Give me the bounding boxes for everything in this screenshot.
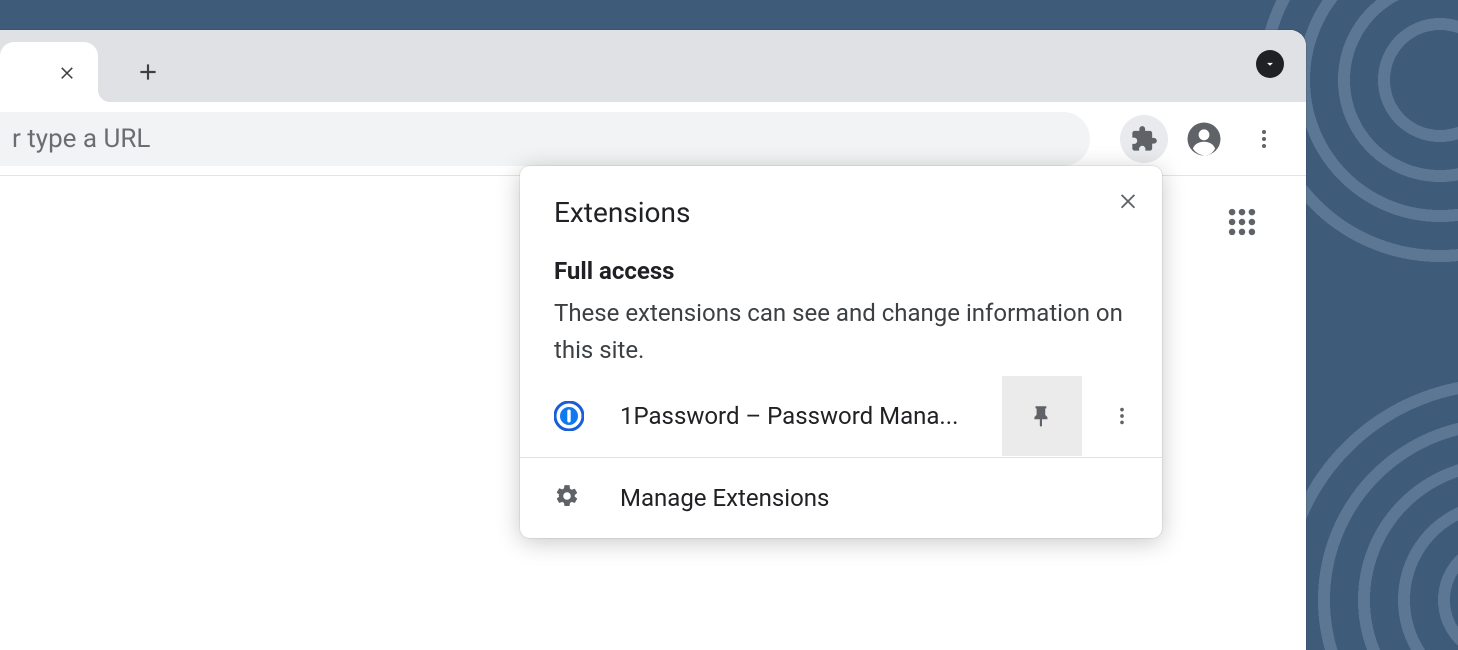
apps-shortcut-button[interactable]: [1220, 200, 1264, 244]
close-icon: [1117, 189, 1139, 211]
active-tab[interactable]: [0, 42, 98, 102]
address-bar[interactable]: [0, 112, 1090, 166]
search-tabs-button[interactable]: [1256, 50, 1284, 78]
extensions-popup: Extensions Full access These extensions …: [520, 166, 1162, 538]
pin-icon: [1029, 403, 1055, 429]
manage-extensions-label: Manage Extensions: [620, 484, 829, 512]
popup-section: Full access These extensions can see and…: [520, 239, 1162, 375]
onepassword-icon: [554, 401, 584, 431]
pin-extension-button[interactable]: [1002, 376, 1082, 456]
profile-button[interactable]: [1180, 115, 1228, 163]
extension-more-button[interactable]: [1082, 376, 1162, 456]
chevron-down-icon: [1263, 57, 1277, 71]
section-heading: Full access: [554, 257, 1128, 285]
section-description: These extensions can see and change info…: [554, 295, 1128, 369]
extensions-button[interactable]: [1120, 115, 1168, 163]
popup-close-button[interactable]: [1112, 184, 1144, 216]
gear-icon: [554, 483, 584, 513]
popup-title: Extensions: [554, 196, 1128, 229]
kebab-icon: [1252, 127, 1276, 151]
plus-icon: [135, 59, 161, 85]
new-tab-button[interactable]: [126, 50, 170, 94]
user-icon: [1186, 121, 1222, 157]
toolbar-actions: [1120, 115, 1288, 163]
tab-strip: [0, 30, 1306, 102]
close-icon: [58, 63, 76, 81]
address-input[interactable]: [12, 124, 1090, 154]
manage-extensions-button[interactable]: Manage Extensions: [520, 458, 1162, 538]
toolbar: [0, 102, 1306, 176]
browser-menu-button[interactable]: [1240, 115, 1288, 163]
popup-header: Extensions: [520, 166, 1162, 239]
close-tab-button[interactable]: [56, 61, 78, 83]
grid-icon: [1225, 205, 1259, 239]
extension-row[interactable]: 1Password – Password Mana...: [520, 375, 1162, 457]
extension-name: 1Password – Password Mana...: [620, 402, 1002, 430]
kebab-icon: [1111, 405, 1133, 427]
puzzle-icon: [1130, 125, 1158, 153]
